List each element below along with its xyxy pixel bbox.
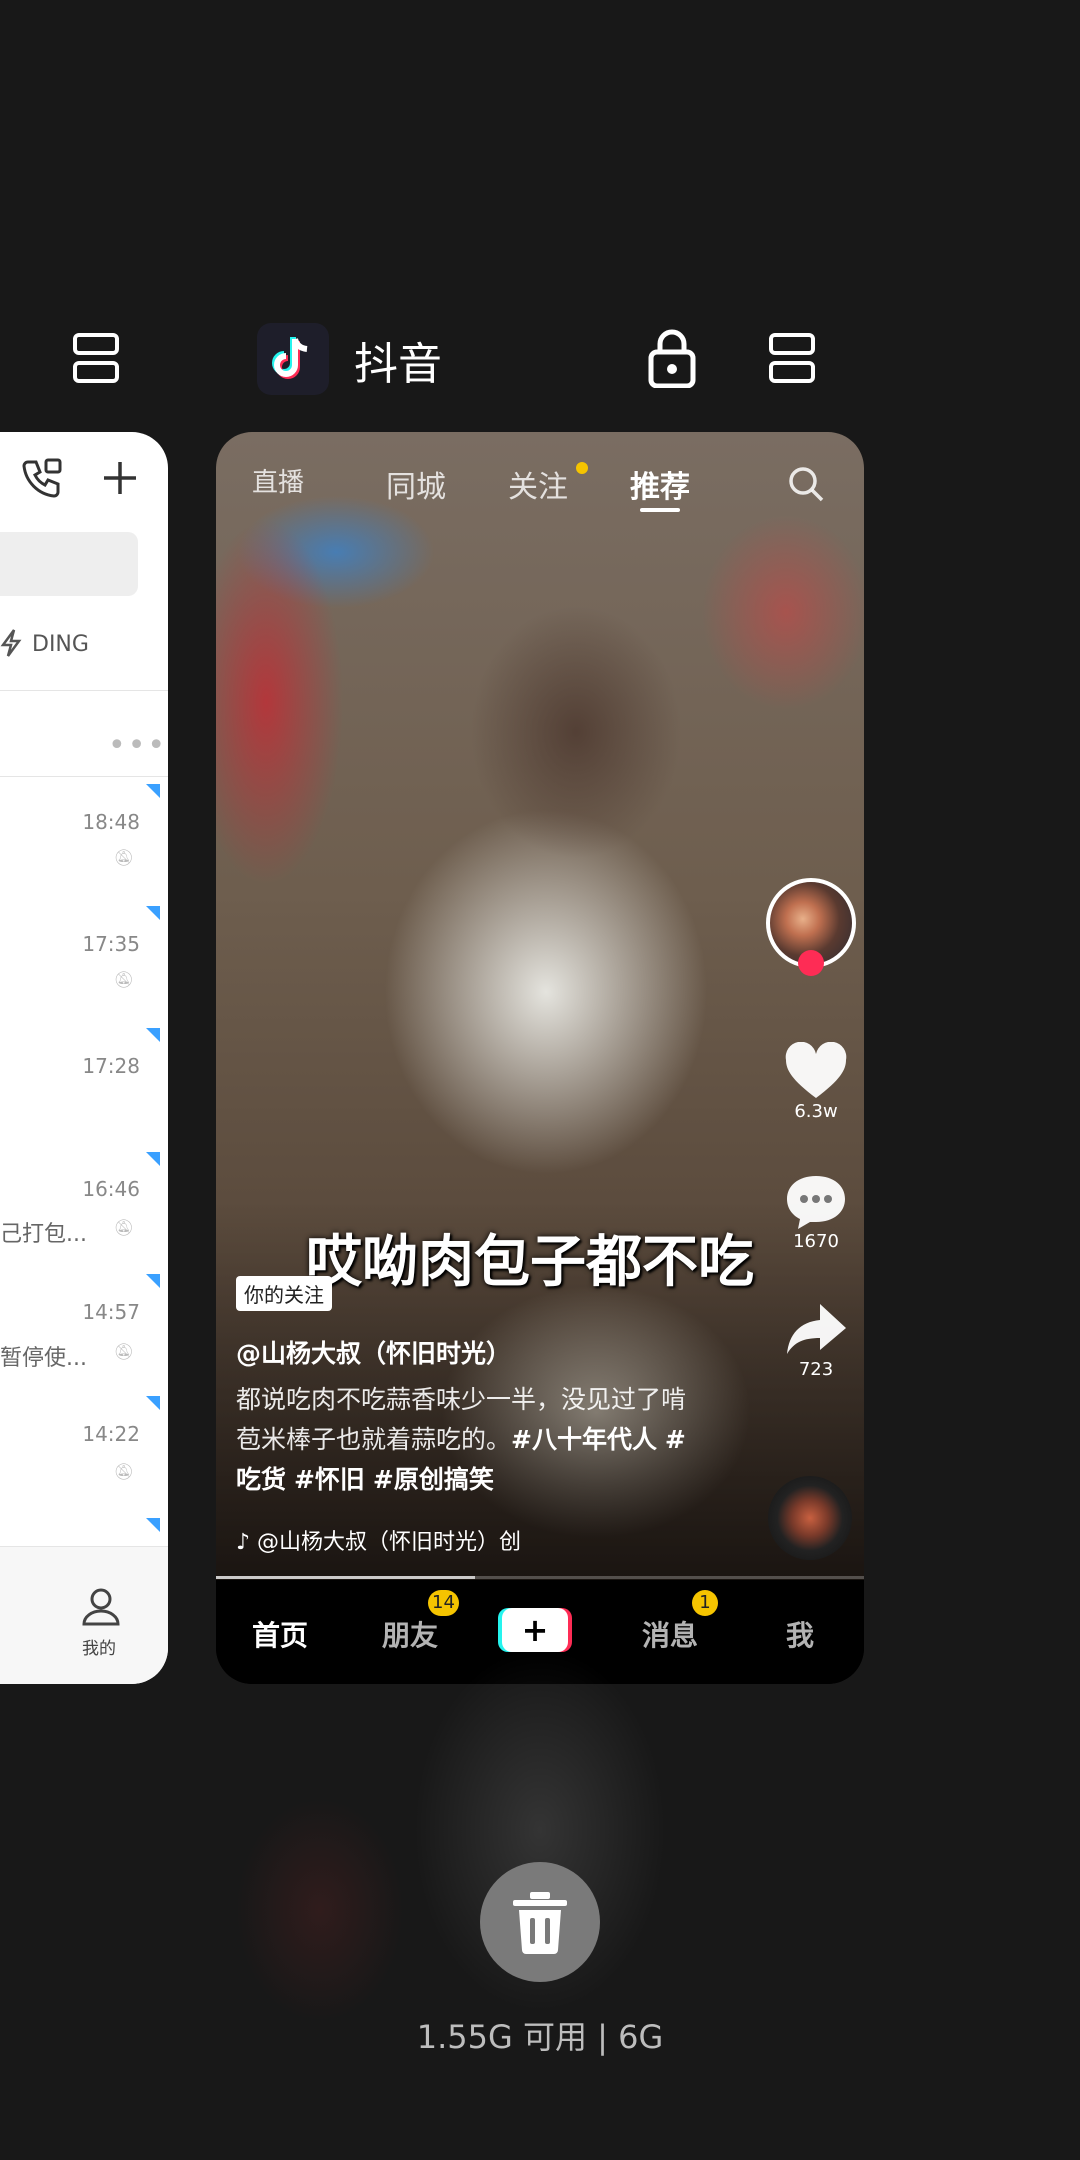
music-title: @山杨大叔（怀旧时光）创 — [257, 1530, 522, 1555]
unread-triangle — [146, 906, 160, 920]
hashtag[interactable]: #八十年代人 — [511, 1425, 657, 1454]
clear-all-button[interactable] — [480, 1862, 600, 1982]
video-progress-bar[interactable] — [216, 1576, 864, 1579]
tab-home[interactable]: 首页 — [252, 1614, 308, 1654]
create-post-button[interactable]: + — [502, 1608, 568, 1652]
lock-icon[interactable] — [648, 326, 696, 392]
phone-call-icon[interactable] — [20, 456, 64, 504]
add-icon[interactable] — [100, 458, 140, 502]
comment-count: 1670 — [793, 1231, 839, 1252]
comment-icon — [787, 1176, 845, 1229]
profile-icon[interactable] — [80, 1586, 122, 1632]
mute-icon: 🔕︎ — [113, 970, 134, 989]
tab-underline — [640, 508, 680, 512]
search-icon[interactable] — [786, 464, 826, 512]
unread-triangle — [146, 784, 160, 798]
tab-messages[interactable]: 消息 — [642, 1614, 698, 1654]
douyin-app-card[interactable]: 直播 同城 关注 推荐 6.3w 1670 723 哎呦肉包子都不吃 你的关注 … — [216, 432, 864, 1684]
tab-friends[interactable]: 朋友 — [382, 1614, 438, 1654]
author-name[interactable]: @山杨大叔（怀旧时光） — [236, 1334, 511, 1370]
douyin-app-icon — [257, 323, 329, 395]
video-description: 都说吃肉不吃蒜香味少一半，没见过了啃苞米棒子也就着蒜吃的。#八十年代人 #吃货 … — [236, 1380, 696, 1500]
share-button[interactable]: 723 — [776, 1300, 856, 1380]
follow-tag: 你的关注 — [236, 1276, 332, 1311]
comment-button[interactable]: 1670 — [776, 1172, 856, 1252]
video-caption: 哎呦肉包子都不吃 — [306, 1230, 754, 1295]
bottom-nav-label[interactable]: 我的 — [82, 1634, 116, 1659]
previous-app-card[interactable]: DING ••• 18:48 🔕︎ 17:35 🔕︎ 17:28 16:46 己… — [0, 432, 168, 1684]
chat-snippet: 己打包... — [0, 1222, 87, 1247]
chat-time: 18:48 — [82, 810, 140, 834]
divider — [0, 690, 168, 691]
new-content-dot — [576, 462, 588, 474]
divider — [0, 776, 168, 777]
more-icon[interactable]: ••• — [108, 728, 167, 763]
mute-icon: 🔕︎ — [113, 848, 134, 867]
chat-time: 14:57 — [82, 1300, 140, 1324]
chat-snippet: 暂停使... — [0, 1346, 87, 1371]
split-screen-icon[interactable] — [769, 333, 815, 383]
mute-icon: 🔕︎ — [113, 1342, 134, 1361]
like-count: 6.3w — [794, 1101, 838, 1122]
hashtag[interactable]: #原创搞笑 — [373, 1465, 494, 1494]
unread-triangle — [146, 1028, 160, 1042]
creator-avatar[interactable] — [766, 878, 856, 976]
tiktok-note-icon — [272, 337, 308, 379]
app-title: 抖音 — [354, 339, 442, 390]
mute-icon: 🔕︎ — [113, 1462, 134, 1481]
trash-icon — [513, 1892, 567, 1954]
share-count: 723 — [798, 1359, 834, 1380]
chat-time: 14:22 — [82, 1422, 140, 1446]
split-screen-icon-left[interactable] — [73, 333, 119, 383]
chat-time: 16:46 — [82, 1177, 140, 1201]
unread-triangle — [146, 1152, 160, 1166]
share-icon — [787, 1304, 846, 1354]
messages-badge: 1 — [692, 1590, 718, 1616]
friends-badge: 14 — [428, 1590, 459, 1616]
chat-time: 17:35 — [82, 932, 140, 956]
top-nav: 直播 同城 关注 推荐 — [216, 452, 864, 512]
tab-recommend[interactable]: 推荐 — [630, 462, 690, 506]
follow-plus-icon[interactable] — [798, 950, 824, 976]
search-input[interactable] — [0, 532, 138, 596]
like-button[interactable]: 6.3w — [776, 1041, 856, 1122]
music-note-icon: ♪ — [236, 1530, 251, 1555]
heart-icon — [785, 1041, 847, 1098]
tab-me[interactable]: 我 — [786, 1614, 814, 1654]
unread-triangle — [146, 1396, 160, 1410]
unread-triangle — [146, 1274, 160, 1288]
ding-label[interactable]: DING — [32, 632, 89, 657]
music-disc[interactable] — [768, 1476, 852, 1560]
hashtag[interactable]: #怀旧 — [294, 1465, 365, 1494]
tab-live[interactable]: 直播 — [252, 462, 304, 499]
chat-time: 17:28 — [82, 1054, 140, 1078]
tab-local[interactable]: 同城 — [386, 462, 446, 506]
unread-triangle — [146, 1518, 160, 1532]
music-info[interactable]: ♪ @山杨大叔（怀旧时光）创 — [236, 1524, 521, 1556]
ding-icon — [0, 628, 22, 662]
mute-icon: 🔕︎ — [113, 1218, 134, 1237]
memory-status: 1.55G 可用 | 6G — [416, 2018, 664, 2056]
tab-following[interactable]: 关注 — [508, 462, 568, 506]
